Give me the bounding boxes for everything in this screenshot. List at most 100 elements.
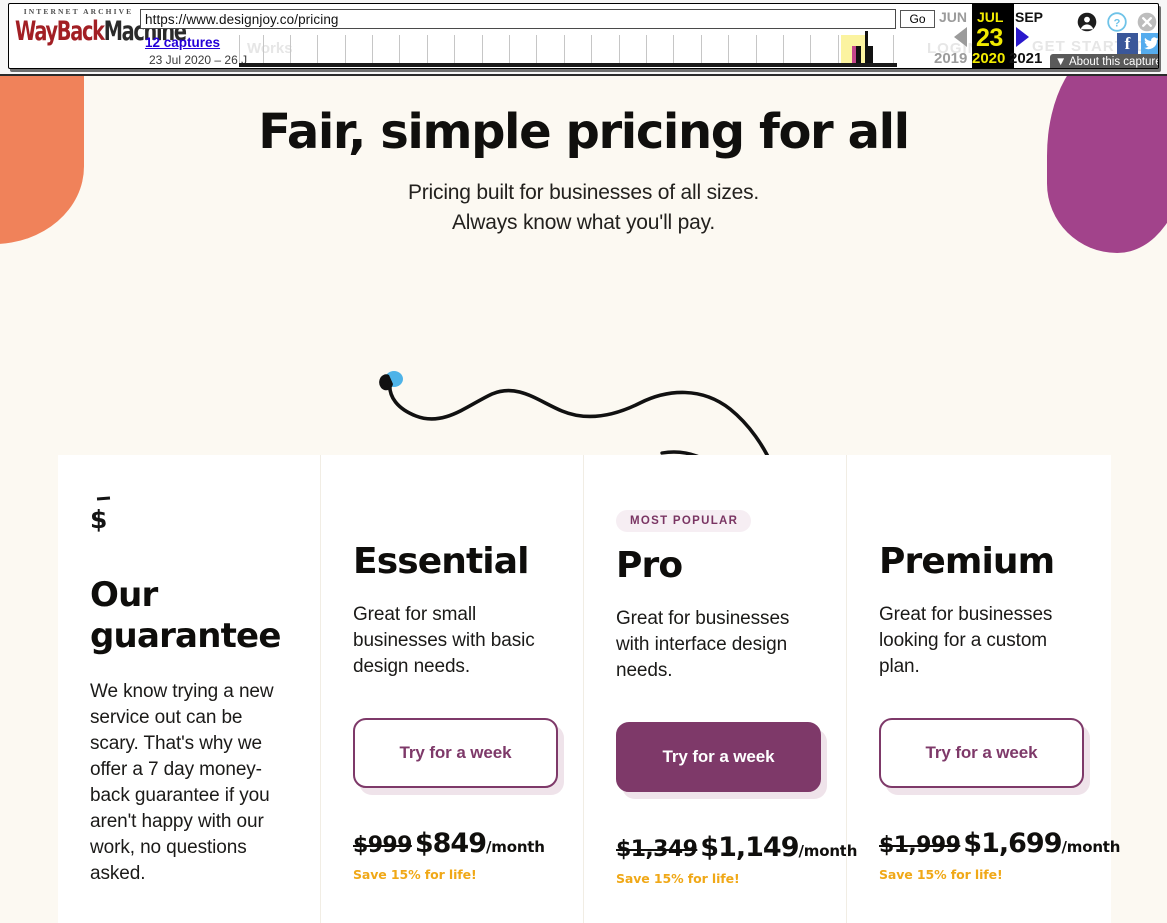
plan-price-row: $1,999 $1,699/month — [879, 828, 1120, 859]
about-this-capture-button[interactable]: ▼ About this capture — [1050, 54, 1159, 68]
wayback-toolbar: INTERNET ARCHIVE WayBackMachine Works LO… — [0, 0, 1167, 76]
subtitle-line-2: Always know what you'll pay. — [452, 211, 715, 234]
url-input[interactable]: https://www.designjoy.co/pricing — [140, 9, 896, 29]
svg-text:?: ? — [1114, 17, 1121, 29]
timeline-tick — [427, 35, 428, 65]
capture-timeline[interactable] — [239, 31, 897, 67]
plan-cta-wrapper: Try for a week — [616, 722, 827, 799]
timeline-tick — [810, 35, 811, 65]
timeline-tick — [893, 35, 894, 65]
go-button[interactable]: Go — [900, 10, 935, 28]
close-icon[interactable] — [1137, 12, 1157, 32]
timeline-tick — [482, 35, 483, 65]
dollar-sign-icon: $ — [90, 496, 118, 534]
account-icon[interactable] — [1077, 12, 1097, 32]
next-month-label[interactable]: SEP — [1015, 9, 1043, 25]
dollar-glyph: $ — [90, 505, 108, 534]
timeline-capture-bar[interactable] — [868, 46, 873, 63]
plan-price-original: $1,999 — [879, 833, 961, 858]
timeline-tick — [239, 35, 240, 65]
guarantee-card: $ Our guarantee We know trying a new ser… — [58, 455, 320, 923]
plan-save-note: Save 15% for life! — [879, 867, 1003, 882]
page-title: Fair, simple pricing for all — [258, 104, 910, 160]
timeline-tick — [317, 35, 318, 65]
selected-month-label: JUL — [977, 9, 1004, 25]
prev-capture-arrow-icon[interactable] — [954, 27, 967, 47]
timeline-tick — [345, 35, 346, 65]
wayback-toolbar-frame: INTERNET ARCHIVE WayBackMachine Works LO… — [8, 3, 1159, 69]
try-for-a-week-button[interactable]: Try for a week — [353, 718, 558, 788]
selected-year-label: 2020 — [972, 50, 1006, 67]
internet-archive-label: INTERNET ARCHIVE — [23, 7, 134, 16]
wayback-machine-wordmark: WayBackMachine — [15, 15, 187, 47]
captures-date-range: 23 Jul 2020 – 26 J — [149, 53, 248, 67]
next-year-label[interactable]: 2021 — [1009, 50, 1042, 67]
plan-cta-wrapper: Try for a week — [353, 718, 564, 795]
timeline-tick — [673, 35, 674, 65]
plan-description: Great for businesses with interface desi… — [616, 608, 790, 681]
plan-card-pro: MOST POPULAR Pro Great for businesses wi… — [583, 455, 857, 923]
timeline-tick — [564, 35, 565, 65]
timeline-baseline — [239, 63, 897, 67]
timeline-tick — [509, 35, 510, 65]
plan-price-current: $1,149 — [700, 832, 799, 863]
wordmark-wayback: WayBack — [15, 15, 105, 47]
timeline-tick — [646, 35, 647, 65]
timeline-tick — [783, 35, 784, 65]
page-subtitle: Pricing built for businesses of all size… — [0, 178, 1167, 238]
plan-save-note: Save 15% for life! — [353, 867, 477, 882]
timeline-tick — [536, 35, 537, 65]
plan-description: Great for businesses looking for a custo… — [879, 604, 1053, 677]
plan-save-note: Save 15% for life! — [616, 871, 740, 886]
archived-page: Fair, simple pricing for all Pricing bui… — [0, 76, 1167, 923]
timeline-tick — [290, 35, 291, 65]
subtitle-line-1: Pricing built for businesses of all size… — [407, 181, 760, 204]
timeline-tick — [454, 35, 455, 65]
plan-name: Premium — [879, 541, 1055, 582]
try-for-a-week-button[interactable]: Try for a week — [616, 722, 821, 792]
plan-price-period: /month — [486, 838, 545, 856]
timeline-tick — [701, 35, 702, 65]
wayback-machine-logo[interactable]: INTERNET ARCHIVE WayBackMachine — [15, 7, 187, 51]
plan-price-row: $999 $849/month — [353, 828, 557, 859]
selected-day-label: 23 — [976, 24, 1003, 52]
plan-price-current: $849 — [414, 828, 487, 859]
timeline-tick — [372, 35, 373, 65]
about-caret-icon: ▼ — [1055, 56, 1067, 68]
plan-description: Great for small businesses with basic de… — [353, 604, 535, 677]
plan-price-current: $1,699 — [963, 828, 1062, 859]
badge-spacer — [353, 510, 557, 541]
most-popular-badge: MOST POPULAR — [616, 510, 752, 532]
timeline-tick — [263, 35, 264, 65]
timeline-tick — [838, 35, 839, 65]
try-for-a-week-button[interactable]: Try for a week — [879, 718, 1084, 788]
plan-price-original: $999 — [353, 833, 412, 858]
plan-cta-wrapper: Try for a week — [879, 718, 1090, 795]
help-icon[interactable]: ? — [1107, 12, 1127, 32]
prev-year-label[interactable]: 2019 — [934, 50, 967, 67]
timeline-tick — [619, 35, 620, 65]
about-label: About this capture — [1068, 56, 1159, 68]
pricing-grid: $ Our guarantee We know trying a new ser… — [58, 455, 1120, 923]
timeline-tick — [756, 35, 757, 65]
plan-card-premium: Premium Great for businesses looking for… — [846, 455, 1120, 923]
timeline-tick — [591, 35, 592, 65]
timeline-capture-bar[interactable] — [856, 46, 861, 63]
timeline-tick — [728, 35, 729, 65]
facebook-share-icon[interactable]: f — [1117, 33, 1138, 54]
next-capture-arrow-icon[interactable] — [1016, 27, 1029, 47]
plan-price-row: $1,349 $1,149/month — [616, 832, 857, 863]
plan-price-original: $1,349 — [616, 837, 698, 862]
guarantee-title: Our guarantee — [90, 575, 281, 656]
captures-count-link[interactable]: 12 captures — [145, 35, 220, 50]
plan-name: Essential — [353, 541, 529, 582]
plan-price-period: /month — [1061, 838, 1121, 856]
badge-spacer — [879, 510, 1083, 541]
plan-name: Pro — [616, 545, 683, 586]
guarantee-body: We know trying a new service out can be … — [90, 681, 274, 884]
prev-month-label[interactable]: JUN — [939, 9, 967, 25]
timeline-tick — [399, 35, 400, 65]
plan-card-essential: Essential Great for small businesses wit… — [320, 455, 583, 923]
dollar-dash — [96, 496, 111, 501]
twitter-share-icon[interactable] — [1141, 33, 1158, 54]
